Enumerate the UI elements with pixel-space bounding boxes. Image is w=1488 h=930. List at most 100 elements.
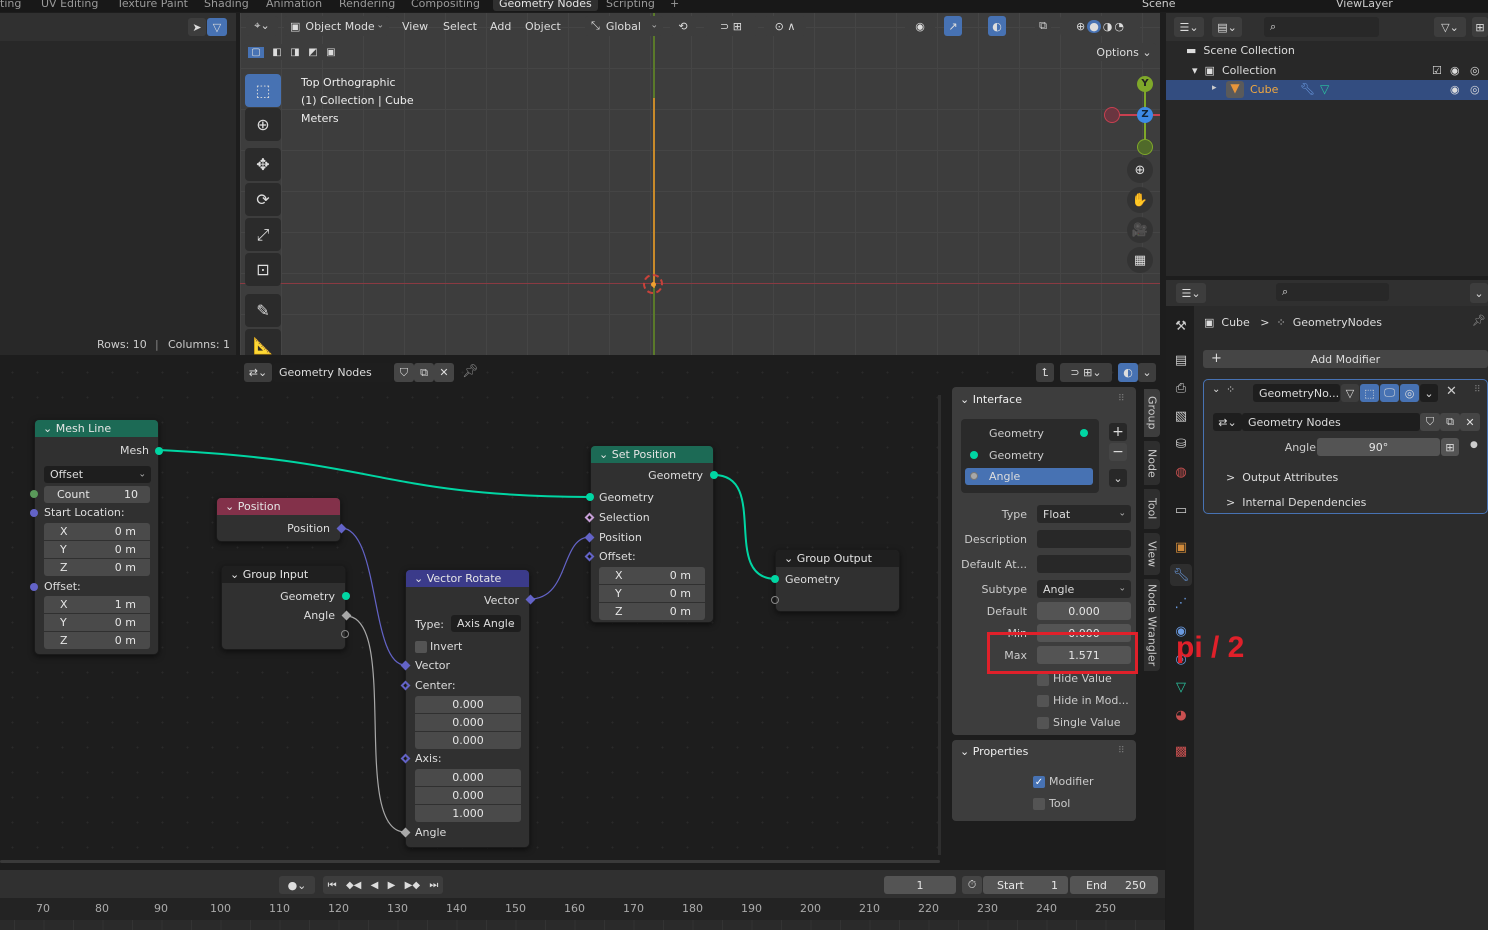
- rendered-icon[interactable]: ◔: [1114, 20, 1124, 33]
- menu-select[interactable]: Select: [443, 20, 477, 33]
- modifier-menu-chevron[interactable]: ⌄: [1420, 384, 1438, 402]
- start-location-socket[interactable]: [30, 509, 38, 517]
- offset-x-field[interactable]: X0 m: [599, 567, 705, 584]
- tab-view[interactable]: View: [1144, 533, 1160, 575]
- expand-icon[interactable]: ▸: [1212, 83, 1217, 93]
- particles-tab[interactable]: ⋰: [1170, 592, 1192, 614]
- tab-geometry-nodes[interactable]: Geometry Nodes: [493, 0, 598, 11]
- render-toggle[interactable]: ◎: [1400, 384, 1419, 402]
- cage-toggle[interactable]: ⬚: [1360, 384, 1379, 402]
- node-group-browse-icon[interactable]: ⇄⌄: [1213, 413, 1242, 431]
- add-socket-button[interactable]: +: [1109, 423, 1127, 441]
- tab-shading[interactable]: Shading: [198, 0, 255, 11]
- gizmo-neg-y[interactable]: [1137, 139, 1153, 155]
- duplicate-icon[interactable]: ⧉: [1440, 413, 1460, 431]
- modifier-tab[interactable]: 🔧︎: [1170, 564, 1192, 586]
- select-extend-icon[interactable]: ◧: [272, 47, 281, 58]
- output-attributes-subpanel[interactable]: > Output Attributes: [1226, 471, 1338, 484]
- start-x-field[interactable]: X0 m: [44, 523, 150, 540]
- properties-search[interactable]: ⌕: [1276, 283, 1389, 301]
- frame-track[interactable]: [0, 920, 1165, 930]
- editor-type-icon[interactable]: ☰⌄: [1176, 283, 1206, 303]
- snap-icon[interactable]: ⊃ ⊞: [704, 16, 758, 36]
- tab-scripting[interactable]: Scripting: [600, 0, 661, 11]
- render-icon[interactable]: ◎: [1470, 83, 1480, 96]
- node-header[interactable]: ⌄ Mesh Line: [35, 420, 158, 437]
- tab-texture-paint[interactable]: Texture Paint: [111, 0, 194, 11]
- select-intersect-icon[interactable]: ▣: [326, 47, 335, 58]
- display-mode-icon[interactable]: ☰⌄: [1174, 17, 1204, 37]
- selection-mode-buttons[interactable]: ▢ ◧ ◨ ◩ ▣: [244, 44, 340, 60]
- current-frame-input[interactable]: 1: [884, 876, 956, 894]
- next-keyframe-icon[interactable]: ▶◆: [405, 880, 420, 891]
- count-input-socket[interactable]: [30, 490, 38, 498]
- geometry-output-socket[interactable]: [342, 592, 350, 600]
- pivot-icon[interactable]: ⟲: [670, 16, 696, 36]
- auto-keying-toggle[interactable]: ●⌄: [279, 876, 315, 894]
- output-tab[interactable]: ⎙: [1170, 377, 1192, 399]
- tab-modeling[interactable]: ting: [0, 0, 27, 11]
- solid-icon[interactable]: ●: [1087, 19, 1101, 33]
- offset-z-field[interactable]: Z0 m: [44, 632, 150, 649]
- prev-keyframe-icon[interactable]: ◆◀: [346, 880, 361, 891]
- tab-rendering[interactable]: Rendering: [333, 0, 401, 11]
- options-chevron[interactable]: ⌄: [1470, 283, 1488, 303]
- angle-input[interactable]: 90°: [1317, 438, 1440, 456]
- modifier-checkbox[interactable]: ✓: [1033, 776, 1045, 788]
- add-workspace-button[interactable]: +: [664, 0, 685, 11]
- overlay-icon[interactable]: ◐: [988, 16, 1006, 36]
- rotate-tool[interactable]: ⟳: [245, 183, 281, 216]
- socket-item[interactable]: Geometry: [989, 427, 1044, 440]
- start-frame-input[interactable]: Start 1: [983, 876, 1068, 894]
- gizmo-neg-x[interactable]: [1104, 107, 1120, 123]
- node-group-input[interactable]: ⌄ Group Input Geometry Angle: [221, 565, 346, 650]
- mode-dropdown[interactable]: Offset ⌄: [44, 466, 151, 483]
- single-value-checkbox[interactable]: [1037, 717, 1049, 729]
- interface-header[interactable]: ⌄ Interface: [960, 393, 1022, 406]
- drag-handle-icon[interactable]: ⠿: [1474, 385, 1481, 395]
- shading-modes[interactable]: ⊕ ● ◑ ◔: [1060, 16, 1140, 36]
- description-input[interactable]: [1037, 530, 1131, 548]
- mesh-data-icon[interactable]: ▽: [1320, 82, 1329, 96]
- data-tab[interactable]: ▽: [1170, 676, 1192, 698]
- mode-dropdown[interactable]: ▣ Object Mode ⌄: [284, 16, 389, 36]
- node-position[interactable]: ⌄ Position Position: [216, 497, 341, 542]
- filter-icon[interactable]: ▽⌄: [1434, 17, 1466, 37]
- tab-node-wrangler[interactable]: Node Wrangler: [1144, 579, 1160, 671]
- play-icon[interactable]: ▶: [388, 880, 396, 891]
- node-set-position[interactable]: ⌄ Set Position Geometry Geometry Selecti…: [590, 445, 714, 623]
- geometry-input-socket[interactable]: [586, 493, 594, 501]
- select-new-icon[interactable]: ▢: [248, 46, 264, 58]
- expand-icon[interactable]: ▾: [1192, 64, 1198, 77]
- select-box-tool[interactable]: ⬚: [245, 74, 281, 107]
- render-icon[interactable]: ◎: [1470, 64, 1480, 77]
- move-tool[interactable]: ✥: [245, 148, 281, 181]
- subtype-dropdown[interactable]: Angle ⌄: [1037, 580, 1131, 598]
- viewport-toggle[interactable]: 🖵: [1380, 384, 1399, 402]
- scene-tab[interactable]: ⛁: [1170, 433, 1192, 455]
- world-tab[interactable]: ◍: [1170, 461, 1192, 483]
- start-y-field[interactable]: Y0 m: [44, 541, 150, 558]
- axis-z-field[interactable]: 1.000: [415, 805, 521, 822]
- annotate-tool[interactable]: ✎: [245, 294, 281, 327]
- attribute-toggle-icon[interactable]: ⊞: [1441, 438, 1459, 456]
- view-layer-tab[interactable]: ▧: [1170, 405, 1192, 427]
- select-invert-icon[interactable]: ◩: [308, 47, 317, 58]
- horizontal-scrollbar[interactable]: [0, 860, 940, 863]
- drag-handle-icon[interactable]: ⠿: [1118, 394, 1125, 404]
- select-icon[interactable]: ➤: [188, 18, 206, 36]
- socket-menu-chevron[interactable]: ⌄: [1109, 469, 1127, 487]
- 3d-viewport[interactable]: ⌖⌄ ▣ Object Mode ⌄ View Select Add Object …: [240, 13, 1160, 355]
- material-icon[interactable]: ◑: [1103, 20, 1113, 33]
- tool-settings-tab[interactable]: ⚒: [1170, 315, 1192, 337]
- stopwatch-icon[interactable]: ⏱: [962, 876, 982, 894]
- xray-icon[interactable]: ⧉: [1035, 16, 1051, 36]
- offset-y-field[interactable]: Y0 m: [44, 614, 150, 631]
- pan-hand-icon[interactable]: ✋: [1127, 187, 1153, 213]
- vertical-scrollbar[interactable]: [938, 395, 941, 855]
- gizmo-z[interactable]: Z: [1137, 107, 1153, 123]
- play-reverse-icon[interactable]: ◀: [371, 880, 379, 891]
- center-x-field[interactable]: 0.000: [415, 696, 521, 713]
- tool-checkbox[interactable]: [1033, 798, 1045, 810]
- gizmo-y[interactable]: Y: [1137, 76, 1153, 92]
